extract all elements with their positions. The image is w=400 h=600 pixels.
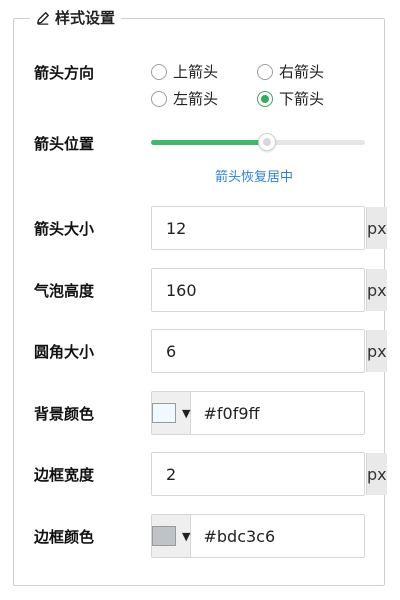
background-color-label: 背景颜色 bbox=[34, 405, 95, 423]
bubble-height-label: 气泡高度 bbox=[34, 282, 95, 300]
radio-label: 右箭头 bbox=[279, 63, 325, 81]
border-color-label: 边框颜色 bbox=[34, 528, 95, 546]
unit-suffix: px bbox=[366, 207, 387, 249]
radio-circle[interactable] bbox=[257, 90, 273, 107]
slider-fill bbox=[151, 140, 267, 145]
radio-arrow-right[interactable]: 右箭头 bbox=[257, 61, 324, 82]
arrow-size-group: px bbox=[151, 206, 387, 250]
border-width-input[interactable] bbox=[152, 453, 366, 495]
arrow-size-label: 箭头大小 bbox=[34, 220, 95, 238]
caret-down-icon: ▼ bbox=[182, 529, 191, 543]
radio-circle[interactable] bbox=[151, 63, 167, 80]
unit-suffix: px bbox=[366, 269, 387, 311]
background-color-input[interactable] bbox=[191, 392, 400, 434]
border-width-label: 边框宽度 bbox=[34, 466, 95, 484]
panel-legend: 样式设置 bbox=[30, 7, 122, 28]
background-color-picker[interactable]: ▼ bbox=[152, 392, 192, 434]
panel-title: 样式设置 bbox=[55, 9, 116, 27]
unit-suffix: px bbox=[366, 453, 387, 495]
arrow-position-slider[interactable] bbox=[151, 133, 365, 151]
radio-circle[interactable] bbox=[151, 90, 167, 107]
border-color-input[interactable] bbox=[191, 515, 400, 557]
border-width-group: px bbox=[151, 452, 387, 496]
caret-down-icon: ▼ bbox=[182, 406, 191, 420]
background-color-group: ▼ bbox=[151, 391, 400, 435]
bubble-height-input[interactable] bbox=[152, 269, 366, 311]
radio-arrow-up[interactable]: 上箭头 bbox=[151, 61, 218, 82]
color-swatch bbox=[152, 403, 176, 423]
arrow-position-label: 箭头位置 bbox=[34, 135, 95, 153]
arrow-direction-label: 箭头方向 bbox=[34, 64, 95, 82]
slider-thumb[interactable] bbox=[257, 133, 276, 151]
color-swatch bbox=[152, 526, 176, 546]
radio-label: 上箭头 bbox=[173, 63, 219, 81]
radio-arrow-down[interactable]: 下箭头 bbox=[257, 88, 324, 109]
border-color-picker[interactable]: ▼ bbox=[152, 515, 192, 557]
radio-label: 左箭头 bbox=[173, 90, 219, 108]
arrow-size-input[interactable] bbox=[152, 207, 366, 249]
radio-arrow-left[interactable]: 左箭头 bbox=[151, 88, 218, 109]
border-color-group: ▼ bbox=[151, 514, 400, 558]
radio-label: 下箭头 bbox=[279, 90, 325, 108]
corner-radius-input[interactable] bbox=[152, 330, 366, 372]
bubble-height-group: px bbox=[151, 268, 387, 312]
unit-suffix: px bbox=[366, 330, 387, 372]
pencil-icon bbox=[37, 11, 49, 25]
reset-arrow-center-link[interactable]: 箭头恢复居中 bbox=[215, 166, 293, 185]
corner-radius-group: px bbox=[151, 329, 387, 373]
corner-radius-label: 圆角大小 bbox=[34, 343, 95, 361]
radio-circle[interactable] bbox=[257, 63, 273, 80]
